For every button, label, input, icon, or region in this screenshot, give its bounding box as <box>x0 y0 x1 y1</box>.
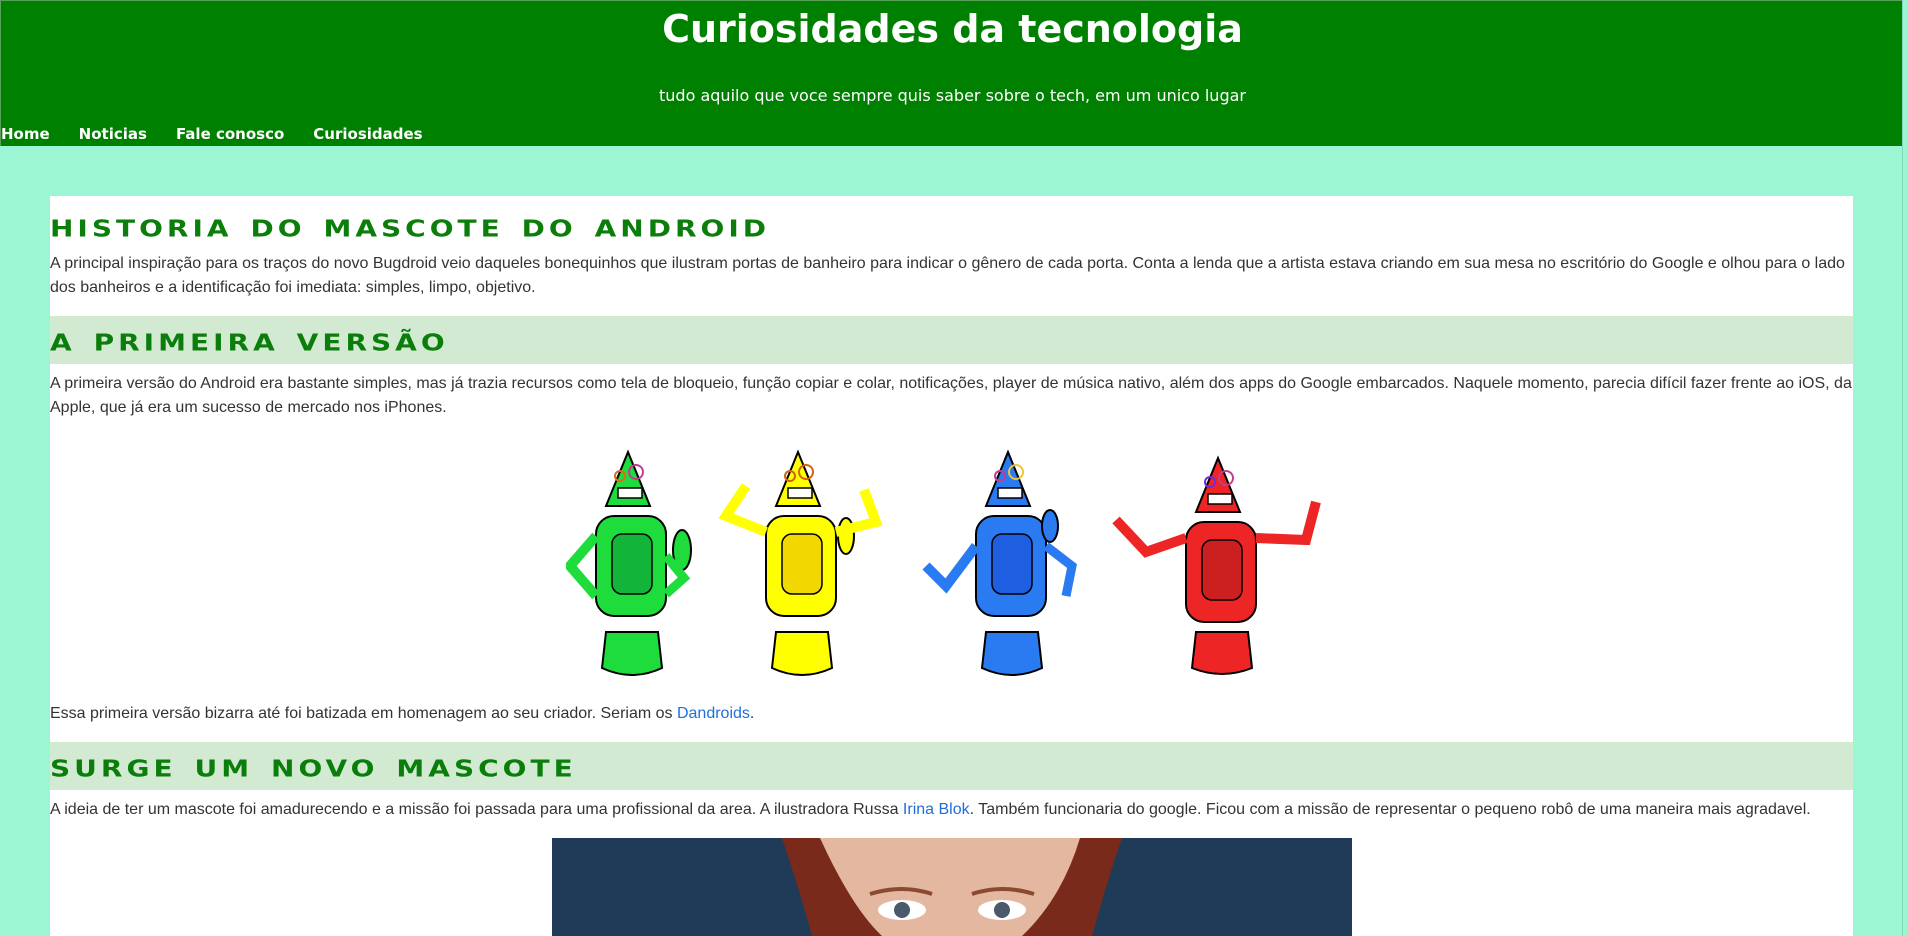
section-1-heading-band: Historia do mascote do android <box>50 202 1853 250</box>
section-3-text: A ideia de ter um mascote foi amadurecen… <box>50 798 1853 822</box>
nav-curiosidades[interactable]: Curiosidades <box>313 125 422 143</box>
section-3-text-before: A ideia de ter um mascote foi amadurecen… <box>50 801 903 818</box>
dandroids-link[interactable]: Dandroids <box>677 705 750 722</box>
site-subtitle: tudo aquilo que voce sempre quis saber s… <box>659 86 1246 105</box>
section-2-text: A primeira versão do Android era bastant… <box>50 375 1852 416</box>
yellow-robot <box>718 449 883 676</box>
article: Historia do mascote do android A princip… <box>50 196 1853 936</box>
nav-noticias[interactable]: Noticias <box>79 125 147 143</box>
site-title: Curiosidades da tecnologia <box>662 7 1243 51</box>
section-3-text-after: . Também funcionaria do google. Ficou co… <box>969 801 1811 818</box>
caption-end: . <box>749 705 755 722</box>
site-header: Curiosidades da tecnologia tudo aquilo q… <box>0 0 1904 146</box>
dandroids-illustration <box>566 449 1321 676</box>
scrollbar[interactable] <box>1902 0 1907 936</box>
section-heading: A primeira versão <box>50 321 449 359</box>
nav-home[interactable]: Home <box>1 125 50 143</box>
portrait-image <box>552 838 1352 936</box>
section-3-heading-band: Surge um novo mascote <box>50 742 1853 790</box>
caption-text: Essa primeira versão bizarra até foi bat… <box>50 705 677 722</box>
section-heading: Surge um novo mascote <box>50 747 577 785</box>
blue-robot <box>922 449 1077 676</box>
section-2-caption: Essa primeira versão bizarra até foi bat… <box>50 702 1853 726</box>
nav-fale-conosco[interactable]: Fale conosco <box>176 125 284 143</box>
section-1-text: A principal inspiração para os traços do… <box>50 255 1845 296</box>
main-nav: Home Noticias Fale conosco Curiosidades <box>1 125 452 143</box>
green-robot <box>566 449 692 676</box>
section-heading: Historia do mascote do android <box>50 207 771 245</box>
irina-blok-link[interactable]: Irina Blok <box>903 801 970 818</box>
irina-blok-portrait <box>552 838 1352 936</box>
section-2-heading-band: A primeira versão <box>50 316 1853 364</box>
red-robot <box>1112 455 1321 675</box>
